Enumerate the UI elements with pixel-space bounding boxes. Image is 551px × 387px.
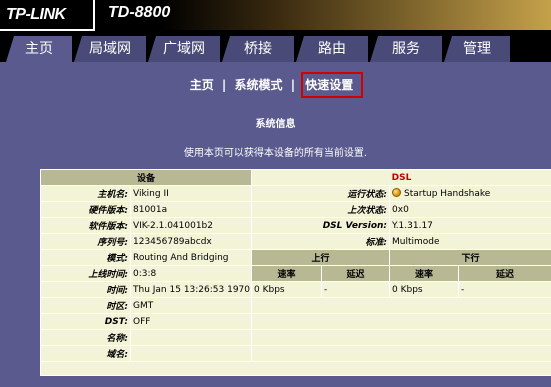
empty-cell <box>251 313 551 330</box>
name-label: 名称: <box>40 329 131 346</box>
subnav-separator: | <box>221 78 227 92</box>
tab-lan[interactable]: 局域网 <box>74 36 146 62</box>
name-value <box>129 329 253 346</box>
downstream-rate-header: 速率 <box>389 265 460 282</box>
tab-routing[interactable]: 路由 <box>296 36 368 62</box>
sub-navigation: 主页 | 系统模式 | 快速设置 <box>0 72 551 98</box>
dsl-header: DSL <box>251 169 551 186</box>
serial-number-label: 序列号: <box>40 233 131 250</box>
tab-bridge[interactable]: 桥接 <box>222 36 294 62</box>
hostname-label: 主机名: <box>40 185 131 202</box>
upstream-header: 上行 <box>251 249 391 266</box>
timezone-label: 时区: <box>40 297 131 314</box>
tab-services[interactable]: 服务 <box>370 36 442 62</box>
upstream-latency-header: 延迟 <box>321 265 391 282</box>
downstream-latency-value: - <box>458 281 551 298</box>
downstream-rate-value: 0 Kbps <box>389 281 460 298</box>
page-title: 系统信息 <box>255 119 296 130</box>
page-description: 使用本页可以获得本设备的所有当前设置. <box>183 148 368 159</box>
tab-wan[interactable]: 广域网 <box>148 36 220 62</box>
header: TP-LINK TD-8800 <box>0 0 551 36</box>
empty-cell <box>251 297 551 314</box>
device-header: 设备 <box>39 169 253 186</box>
dst-value: OFF <box>129 313 253 330</box>
upstream-rate-header: 速率 <box>251 265 323 282</box>
subnav-separator: | <box>290 78 296 92</box>
standard-label: 标准: <box>251 233 391 250</box>
dsl-status-value: Startup Handshake <box>389 185 551 202</box>
subnav-system-mode[interactable]: 系统模式 <box>232 78 284 92</box>
empty-cell <box>251 329 551 346</box>
dsl-version-value: Y.1.31.17 <box>389 217 551 234</box>
software-version-value: VIK-2.1.041001b2 <box>129 217 253 234</box>
domain-label: 域名: <box>40 345 131 362</box>
empty-cell <box>251 345 551 362</box>
serial-number-value: 123456789abcdx <box>129 233 253 250</box>
hardware-version-value: 81001a <box>129 201 253 218</box>
hostname-value: Viking II <box>129 185 253 202</box>
downstream-header: 下行 <box>389 249 551 266</box>
upstream-rate-value: 0 Kbps <box>251 281 323 298</box>
system-info-table: 设备 DSL 主机名: Viking II 运行状态: Startup Hand… <box>39 169 551 376</box>
tab-home[interactable]: 主页 <box>6 36 72 62</box>
header-banner <box>160 0 551 30</box>
mode-value: Routing And Bridging <box>129 249 253 266</box>
mode-label: 模式: <box>40 249 131 266</box>
model-name: TD-8800 <box>108 4 171 21</box>
dst-label: DST: <box>40 313 131 330</box>
time-value: Thu Jan 15 13:26:53 1970 <box>129 281 253 298</box>
upstream-latency-value: - <box>321 281 391 298</box>
uptime-value: 0:3:8 <box>129 265 253 282</box>
uptime-label: 上线时间: <box>40 265 131 282</box>
last-status-value: 0x0 <box>389 201 551 218</box>
timezone-value: GMT <box>129 297 253 314</box>
time-label: 时间: <box>40 281 131 298</box>
last-status-label: 上次状态: <box>251 201 391 218</box>
domain-value <box>129 345 253 362</box>
dsl-version-label: DSL Version: <box>251 217 391 234</box>
hardware-version-label: 硬件版本: <box>40 201 131 218</box>
status-indicator-icon <box>392 188 402 197</box>
software-version-label: 软件版本: <box>40 217 131 234</box>
tab-management[interactable]: 管理 <box>444 36 510 62</box>
table-footer <box>39 361 551 376</box>
subnav-home[interactable]: 主页 <box>188 78 216 92</box>
subnav-quick-setup[interactable]: 快速设置 <box>301 72 364 98</box>
downstream-latency-header: 延迟 <box>458 265 551 282</box>
standard-value: Multimode <box>389 233 551 250</box>
dsl-status-label: 运行状态: <box>251 185 391 202</box>
main-tabs: 主页 局域网 广域网 桥接 路由 服务 管理 <box>0 36 551 62</box>
brand-logo: TP-LINK <box>0 0 95 31</box>
